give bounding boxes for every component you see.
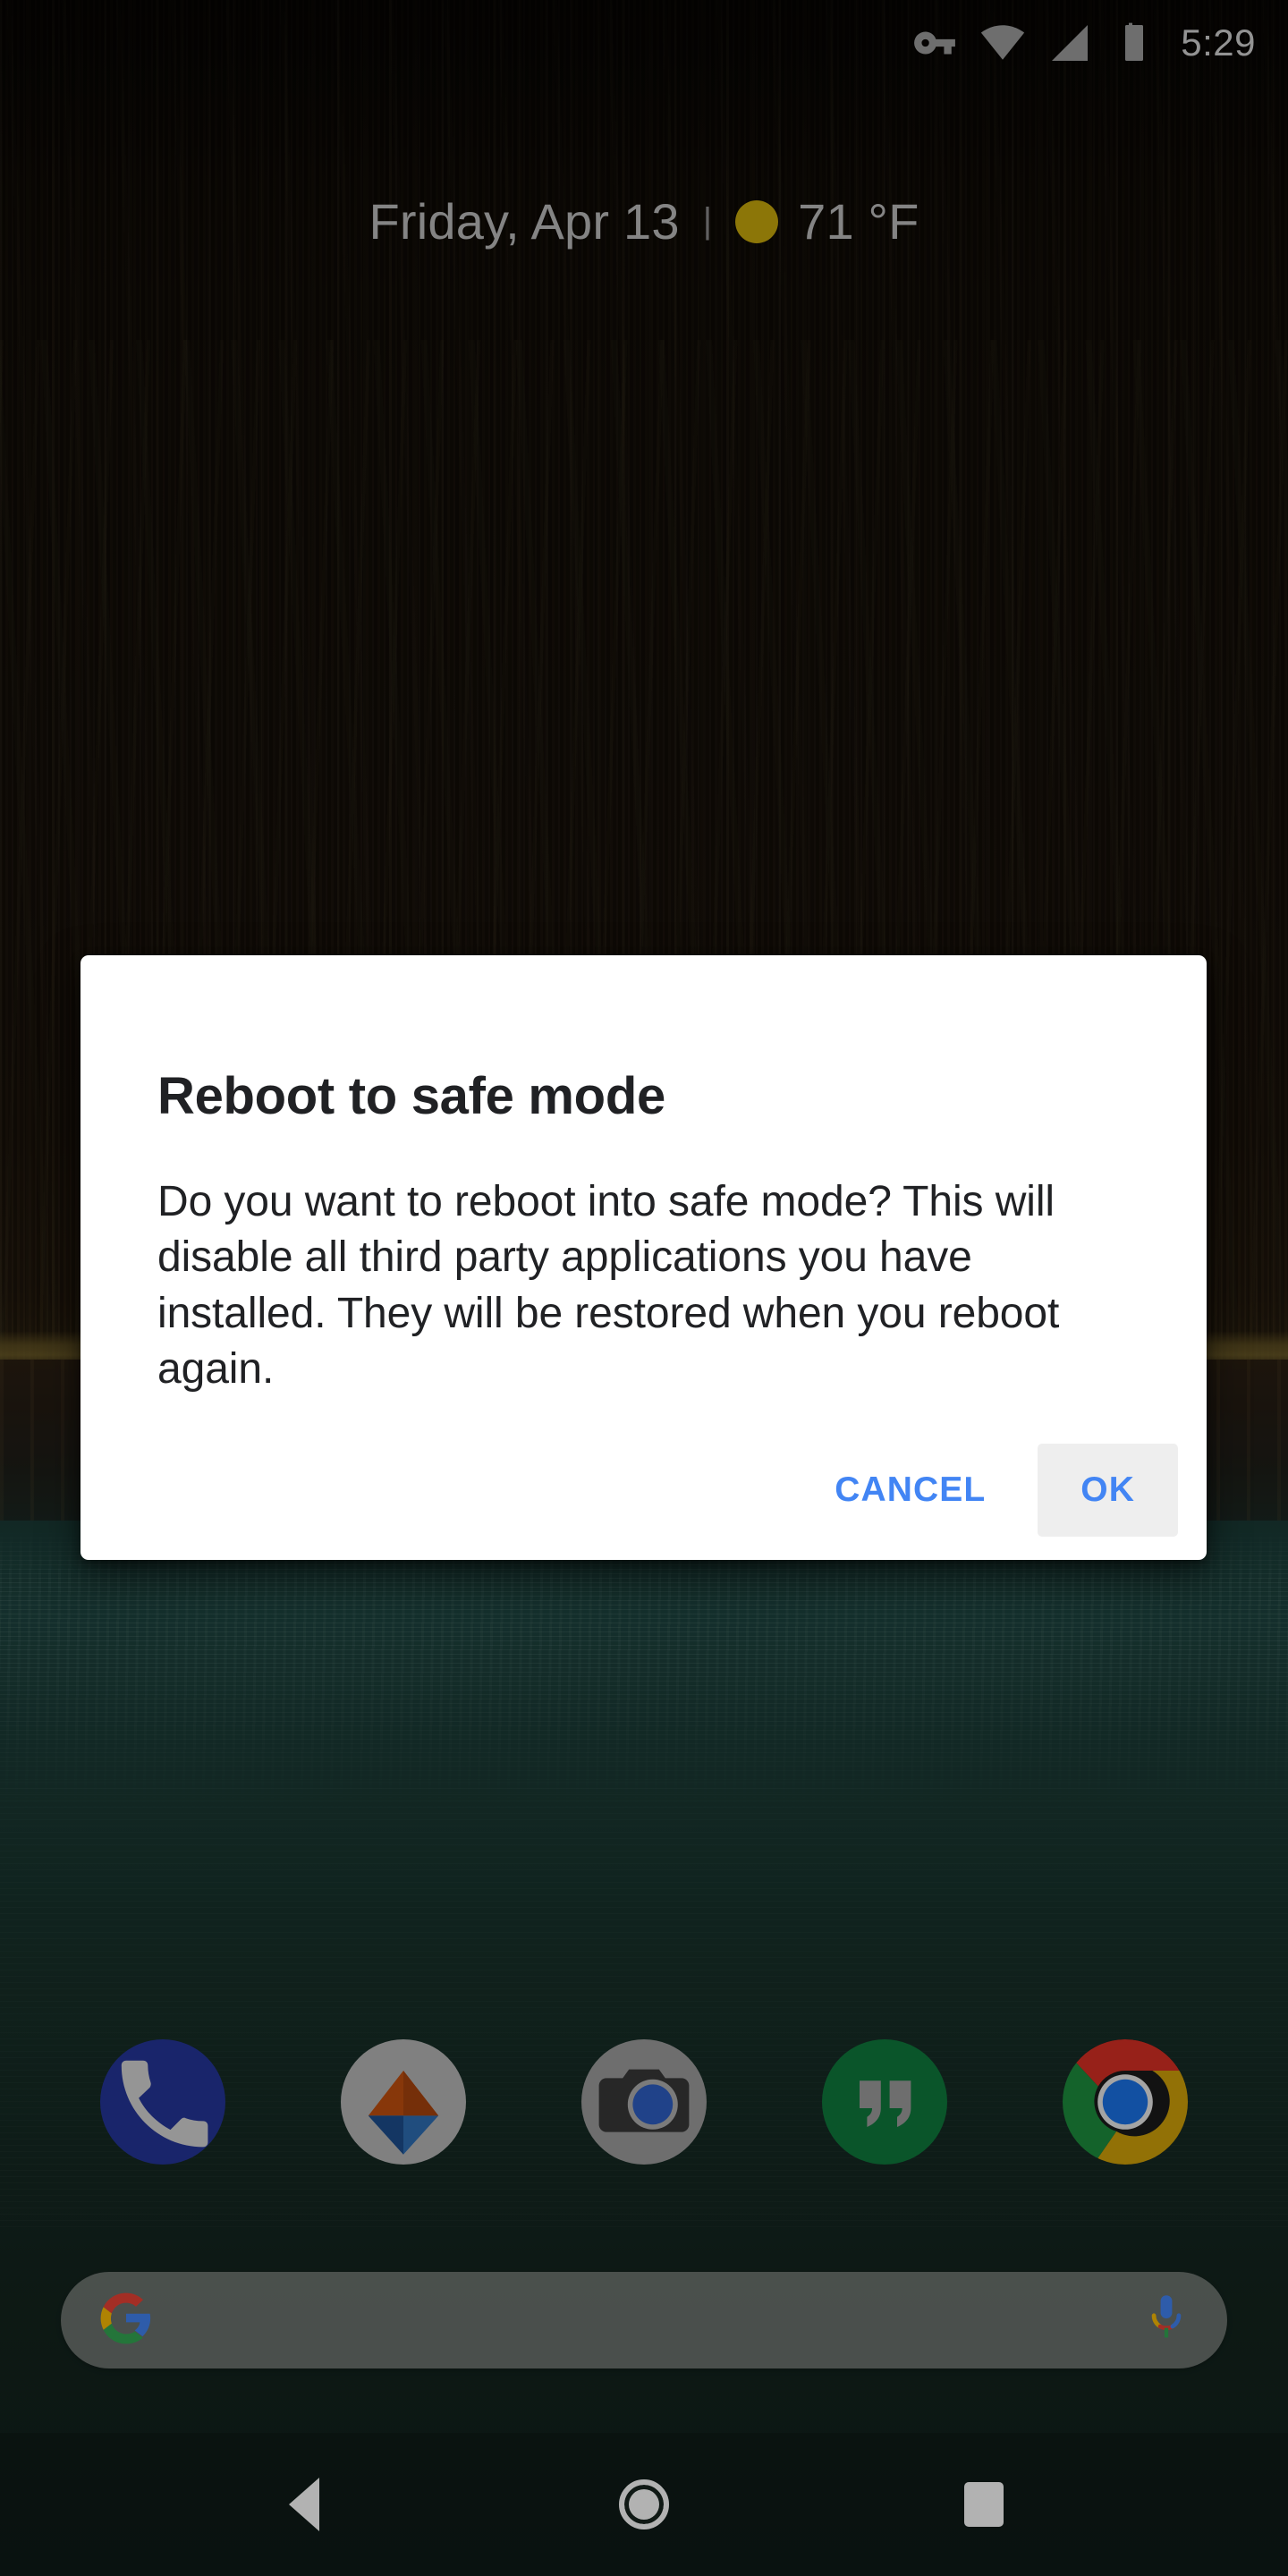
dialog-title: Reboot to safe mode xyxy=(157,1067,665,1125)
dialog-actions: CANCEL OK xyxy=(808,1444,1178,1537)
cancel-button[interactable]: CANCEL xyxy=(808,1444,1013,1537)
dialog-message: Do you want to reboot into safe mode? Th… xyxy=(157,1178,1060,1394)
reboot-safe-mode-dialog: Reboot to safe mode Do you want to reboo… xyxy=(80,955,1207,1560)
ok-button[interactable]: OK xyxy=(1038,1444,1178,1537)
android-home-screen: 5:29 Friday, Apr 13 | 71 °F Reboot to sa… xyxy=(0,0,1288,2576)
